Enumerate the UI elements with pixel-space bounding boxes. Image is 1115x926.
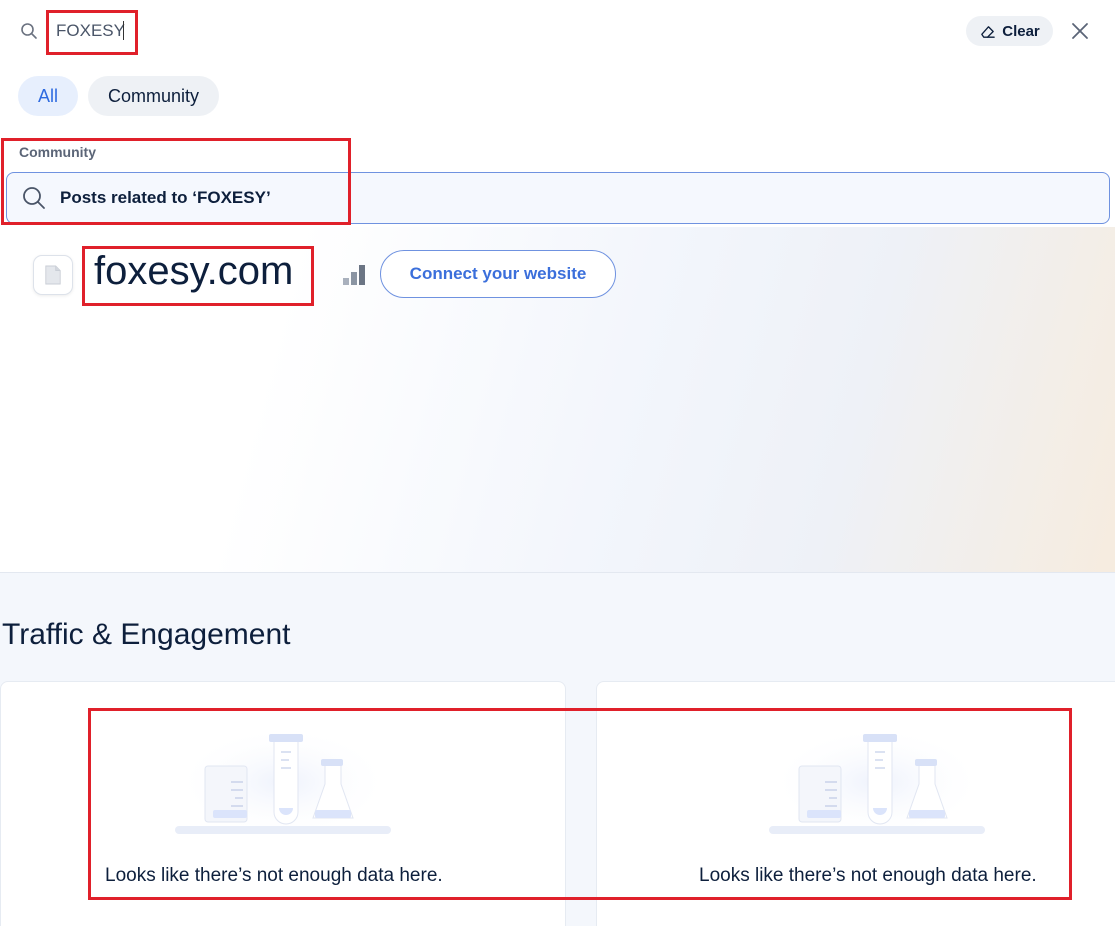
filter-tabs: All Community [18, 76, 220, 116]
clear-button-label: Clear [1002, 22, 1040, 40]
site-header-card: foxesy.com Connect your website [0, 227, 1115, 573]
connect-website-button[interactable]: Connect your website [380, 250, 616, 298]
rank-bars-icon [343, 265, 365, 285]
filter-chip-community[interactable]: Community [88, 76, 220, 116]
results-section-label: Community [19, 144, 96, 160]
eraser-icon [981, 25, 996, 38]
close-button[interactable] [1068, 19, 1092, 43]
traffic-card: Looks like there’s not enough data here. [0, 681, 566, 926]
traffic-card: Looks like there’s not enough data here. [596, 681, 1115, 926]
search-icon [23, 187, 45, 209]
text-caret [123, 21, 124, 40]
empty-state-message: Looks like there’s not enough data here. [699, 865, 1037, 886]
filter-chip-all[interactable]: All [18, 76, 79, 116]
traffic-section-title: Traffic & Engagement [2, 618, 291, 651]
site-domain: foxesy.com [94, 249, 294, 293]
lab-flasks-illustration [175, 726, 391, 838]
suggestion-label: Posts related to ‘FOXESY’ [60, 188, 271, 207]
search-icon [21, 23, 37, 39]
lab-flasks-illustration [769, 726, 985, 838]
empty-state-message: Looks like there’s not enough data here. [105, 865, 443, 886]
search-input[interactable] [56, 19, 356, 43]
close-icon [1072, 23, 1088, 39]
search-panel: Clear All Community Community Posts rela… [0, 0, 1115, 227]
site-favicon [33, 255, 73, 295]
document-icon [45, 265, 61, 285]
clear-button[interactable]: Clear [966, 16, 1053, 46]
posts-suggestion[interactable]: Posts related to ‘FOXESY’ [6, 172, 1110, 224]
search-bar: Clear [0, 0, 1115, 62]
